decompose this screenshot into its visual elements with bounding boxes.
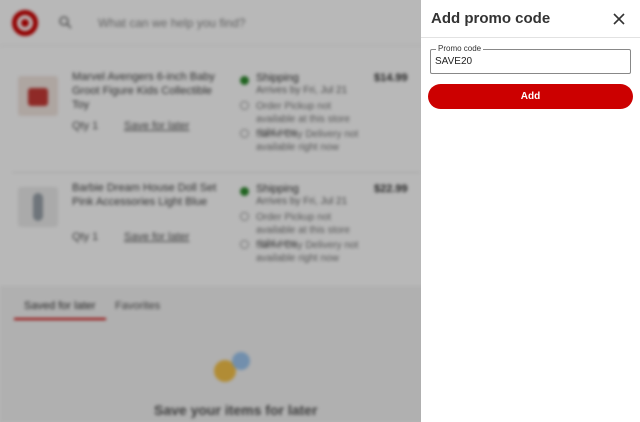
promo-code-field[interactable]: Promo code <box>430 44 631 74</box>
promo-code-input[interactable] <box>435 56 625 67</box>
close-button[interactable] <box>609 9 629 29</box>
add-button[interactable]: Add <box>428 84 633 109</box>
close-icon <box>613 13 625 25</box>
promo-code-panel: Add promo code Promo code Add <box>421 0 640 422</box>
promo-code-label: Promo code <box>436 44 484 54</box>
panel-title: Add promo code <box>431 10 551 27</box>
panel-header: Add promo code <box>421 0 640 38</box>
